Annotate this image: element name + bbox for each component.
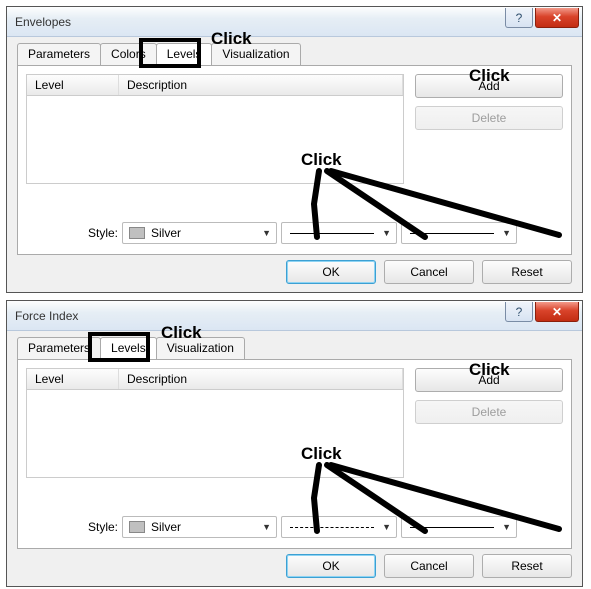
levels-header: Level Description xyxy=(26,368,404,390)
close-icon: ✕ xyxy=(552,11,562,25)
tab-levels[interactable]: Levels xyxy=(100,337,157,359)
cancel-button[interactable]: Cancel xyxy=(384,260,474,284)
force-index-dialog: Force Index ? ✕ Parameters Levels Visual… xyxy=(6,300,583,587)
tab-visualization[interactable]: Visualization xyxy=(156,337,245,359)
reset-button[interactable]: Reset xyxy=(482,260,572,284)
ok-button[interactable]: OK xyxy=(286,260,376,284)
close-button[interactable]: ✕ xyxy=(535,8,579,28)
button-bar: OK Cancel Reset xyxy=(286,260,572,284)
style-color-dropdown[interactable]: Silver ▼ xyxy=(122,516,277,538)
style-linewidth-dropdown[interactable]: ▼ xyxy=(401,516,517,538)
help-button[interactable]: ? xyxy=(505,302,533,322)
chevron-down-icon: ▼ xyxy=(502,522,511,532)
reset-button[interactable]: Reset xyxy=(482,554,572,578)
column-description[interactable]: Description xyxy=(119,75,403,95)
color-swatch-icon xyxy=(129,227,145,239)
color-swatch-icon xyxy=(129,521,145,533)
style-label: Style: xyxy=(88,226,118,240)
style-linestyle-dropdown[interactable]: ▼ xyxy=(281,222,397,244)
tab-colors[interactable]: Colors xyxy=(100,43,157,65)
levels-panel: Level Description Add Delete Style: Silv… xyxy=(17,359,572,549)
envelopes-dialog: Envelopes ? ✕ Parameters Colors Levels V… xyxy=(6,6,583,293)
column-description[interactable]: Description xyxy=(119,369,403,389)
tab-bar: Parameters Levels Visualization xyxy=(17,337,582,359)
add-button[interactable]: Add xyxy=(415,74,563,98)
style-row: Style: Silver ▼ ▼ ▼ xyxy=(88,222,517,244)
levels-list[interactable] xyxy=(26,390,404,478)
delete-button: Delete xyxy=(415,106,563,130)
levels-panel: Level Description Add Delete Style: Silv… xyxy=(17,65,572,255)
delete-button: Delete xyxy=(415,400,563,424)
tab-bar: Parameters Colors Levels Visualization xyxy=(17,43,582,65)
chevron-down-icon: ▼ xyxy=(262,522,271,532)
tab-visualization[interactable]: Visualization xyxy=(211,43,300,65)
cancel-button[interactable]: Cancel xyxy=(384,554,474,578)
close-button[interactable]: ✕ xyxy=(535,302,579,322)
style-color-name: Silver xyxy=(151,226,181,240)
titlebar[interactable]: Envelopes ? ✕ xyxy=(7,7,582,37)
chevron-down-icon: ▼ xyxy=(502,228,511,238)
style-row: Style: Silver ▼ ▼ ▼ xyxy=(88,516,517,538)
chevron-down-icon: ▼ xyxy=(262,228,271,238)
style-linestyle-dropdown[interactable]: ▼ xyxy=(281,516,397,538)
style-color-name: Silver xyxy=(151,520,181,534)
window-title: Envelopes xyxy=(15,15,71,29)
tab-parameters[interactable]: Parameters xyxy=(17,43,101,65)
column-level[interactable]: Level xyxy=(27,75,119,95)
style-linewidth-dropdown[interactable]: ▼ xyxy=(401,222,517,244)
line-sample-icon xyxy=(290,527,374,528)
style-label: Style: xyxy=(88,520,118,534)
column-level[interactable]: Level xyxy=(27,369,119,389)
chevron-down-icon: ▼ xyxy=(382,522,391,532)
levels-header: Level Description xyxy=(26,74,404,96)
tab-parameters[interactable]: Parameters xyxy=(17,337,101,359)
help-icon: ? xyxy=(516,305,523,319)
titlebar[interactable]: Force Index ? ✕ xyxy=(7,301,582,331)
line-sample-icon xyxy=(410,527,494,528)
help-button[interactable]: ? xyxy=(505,8,533,28)
levels-list[interactable] xyxy=(26,96,404,184)
line-sample-icon xyxy=(290,233,374,234)
add-button[interactable]: Add xyxy=(415,368,563,392)
window-title: Force Index xyxy=(15,309,78,323)
tab-levels[interactable]: Levels xyxy=(156,43,213,65)
style-color-dropdown[interactable]: Silver ▼ xyxy=(122,222,277,244)
chevron-down-icon: ▼ xyxy=(382,228,391,238)
button-bar: OK Cancel Reset xyxy=(286,554,572,578)
line-sample-icon xyxy=(410,233,494,234)
help-icon: ? xyxy=(516,11,523,25)
close-icon: ✕ xyxy=(552,305,562,319)
ok-button[interactable]: OK xyxy=(286,554,376,578)
